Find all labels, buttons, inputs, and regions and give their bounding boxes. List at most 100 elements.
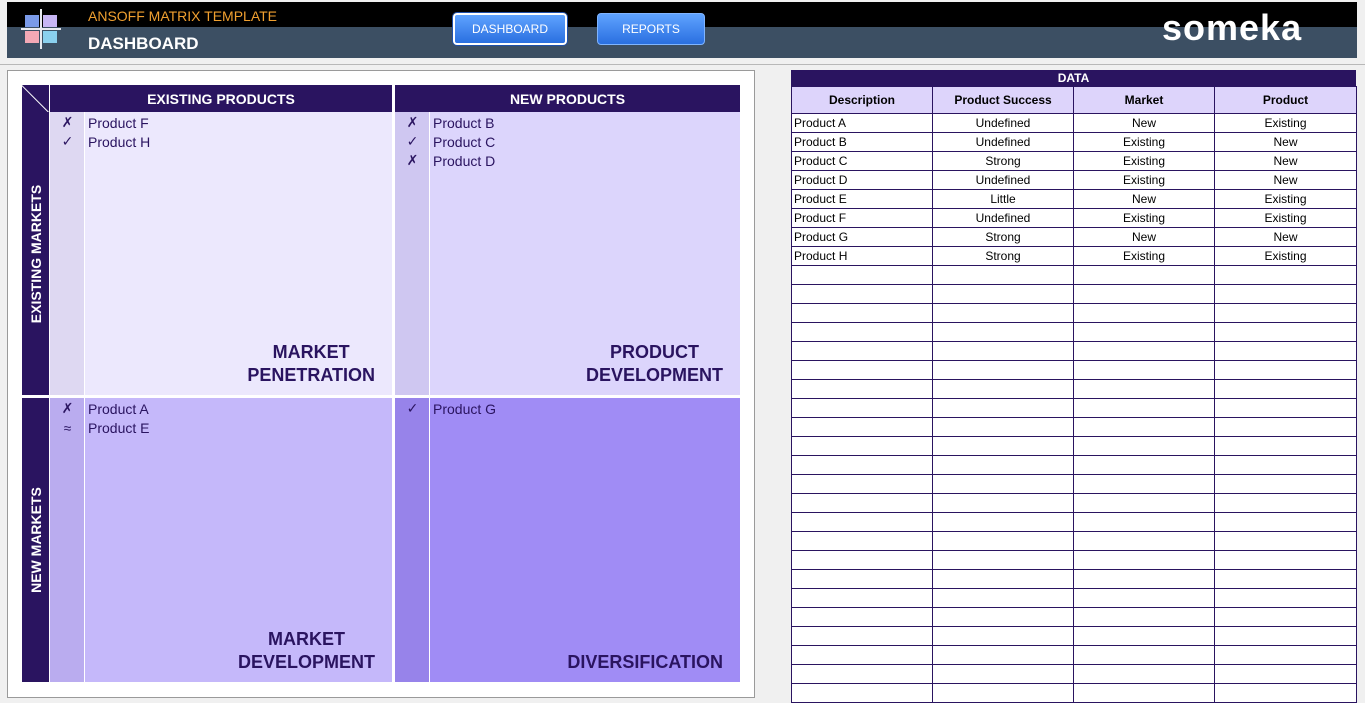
table-cell[interactable]: Product G (791, 227, 933, 247)
table-cell[interactable] (791, 531, 933, 551)
table-cell[interactable] (791, 512, 933, 532)
table-cell[interactable] (932, 493, 1074, 513)
table-cell[interactable] (1073, 607, 1215, 627)
table-cell[interactable] (791, 455, 933, 475)
table-cell[interactable]: Existing (1073, 246, 1215, 266)
table-cell[interactable]: Existing (1073, 132, 1215, 152)
dashboard-button[interactable]: DASHBOARD (453, 13, 567, 45)
table-cell[interactable] (932, 550, 1074, 570)
table-cell[interactable] (1214, 493, 1357, 513)
table-cell[interactable] (791, 417, 933, 437)
table-cell[interactable]: Product E (791, 189, 933, 209)
column-header[interactable]: Product (1214, 86, 1357, 114)
table-cell[interactable] (1073, 322, 1215, 342)
table-cell[interactable] (1214, 531, 1357, 551)
table-cell[interactable] (791, 626, 933, 646)
table-cell[interactable] (932, 265, 1074, 285)
table-cell[interactable] (1214, 550, 1357, 570)
table-cell[interactable] (1214, 474, 1357, 494)
table-cell[interactable]: New (1073, 189, 1215, 209)
column-header[interactable]: Product Success (932, 86, 1074, 114)
table-cell[interactable] (791, 322, 933, 342)
table-cell[interactable] (932, 284, 1074, 304)
table-cell[interactable] (1073, 265, 1215, 285)
table-cell[interactable] (1214, 512, 1357, 532)
table-cell[interactable] (791, 474, 933, 494)
table-cell[interactable]: New (1073, 113, 1215, 133)
column-header[interactable]: Description (791, 86, 933, 114)
table-cell[interactable]: New (1214, 227, 1357, 247)
table-cell[interactable] (791, 284, 933, 304)
table-cell[interactable] (932, 379, 1074, 399)
table-cell[interactable] (1073, 379, 1215, 399)
table-cell[interactable]: Existing (1073, 170, 1215, 190)
table-cell[interactable] (932, 588, 1074, 608)
table-cell[interactable] (791, 588, 933, 608)
table-cell[interactable] (932, 664, 1074, 684)
table-cell[interactable]: Undefined (932, 170, 1074, 190)
table-cell[interactable] (791, 645, 933, 665)
table-cell[interactable] (1073, 398, 1215, 418)
table-cell[interactable] (1073, 569, 1215, 589)
table-cell[interactable] (1214, 569, 1357, 589)
table-cell[interactable]: Little (932, 189, 1074, 209)
table-cell[interactable]: Product C (791, 151, 933, 171)
table-cell[interactable] (791, 265, 933, 285)
table-cell[interactable] (932, 455, 1074, 475)
table-cell[interactable] (791, 341, 933, 361)
table-cell[interactable] (1214, 626, 1357, 646)
table-cell[interactable] (1073, 664, 1215, 684)
table-cell[interactable]: Product B (791, 132, 933, 152)
table-cell[interactable] (791, 550, 933, 570)
table-cell[interactable]: Product D (791, 170, 933, 190)
table-cell[interactable] (1073, 360, 1215, 380)
table-cell[interactable] (1073, 436, 1215, 456)
table-cell[interactable] (932, 417, 1074, 437)
table-cell[interactable]: Undefined (932, 132, 1074, 152)
table-cell[interactable] (1073, 455, 1215, 475)
table-cell[interactable] (932, 360, 1074, 380)
table-cell[interactable]: Existing (1214, 189, 1357, 209)
table-cell[interactable]: Existing (1214, 113, 1357, 133)
table-cell[interactable] (932, 436, 1074, 456)
table-cell[interactable] (1073, 645, 1215, 665)
table-cell[interactable] (932, 322, 1074, 342)
table-cell[interactable] (791, 379, 933, 399)
table-cell[interactable] (1214, 265, 1357, 285)
table-cell[interactable] (932, 512, 1074, 532)
table-cell[interactable]: Strong (932, 227, 1074, 247)
table-cell[interactable]: Undefined (932, 113, 1074, 133)
reports-button[interactable]: REPORTS (597, 13, 705, 45)
table-cell[interactable]: Existing (1073, 151, 1215, 171)
table-cell[interactable] (932, 474, 1074, 494)
table-cell[interactable] (1214, 341, 1357, 361)
table-cell[interactable] (1073, 341, 1215, 361)
table-cell[interactable] (932, 341, 1074, 361)
table-cell[interactable] (932, 303, 1074, 323)
table-cell[interactable] (1214, 436, 1357, 456)
table-cell[interactable]: Strong (932, 151, 1074, 171)
table-cell[interactable] (791, 398, 933, 418)
table-cell[interactable]: Existing (1073, 208, 1215, 228)
table-cell[interactable] (1214, 379, 1357, 399)
table-cell[interactable] (932, 607, 1074, 627)
table-cell[interactable]: New (1214, 151, 1357, 171)
table-cell[interactable]: Existing (1214, 246, 1357, 266)
table-cell[interactable]: Product A (791, 113, 933, 133)
table-cell[interactable] (791, 360, 933, 380)
table-cell[interactable] (791, 569, 933, 589)
table-cell[interactable] (1214, 664, 1357, 684)
table-cell[interactable] (1073, 626, 1215, 646)
table-cell[interactable]: Product H (791, 246, 933, 266)
table-cell[interactable] (1073, 512, 1215, 532)
table-cell[interactable] (932, 398, 1074, 418)
table-cell[interactable]: New (1073, 227, 1215, 247)
table-cell[interactable] (1214, 303, 1357, 323)
table-cell[interactable]: Strong (932, 246, 1074, 266)
table-cell[interactable] (1214, 398, 1357, 418)
table-cell[interactable] (791, 493, 933, 513)
table-cell[interactable] (1073, 303, 1215, 323)
table-cell[interactable] (932, 645, 1074, 665)
table-cell[interactable] (1073, 284, 1215, 304)
table-cell[interactable] (1214, 645, 1357, 665)
